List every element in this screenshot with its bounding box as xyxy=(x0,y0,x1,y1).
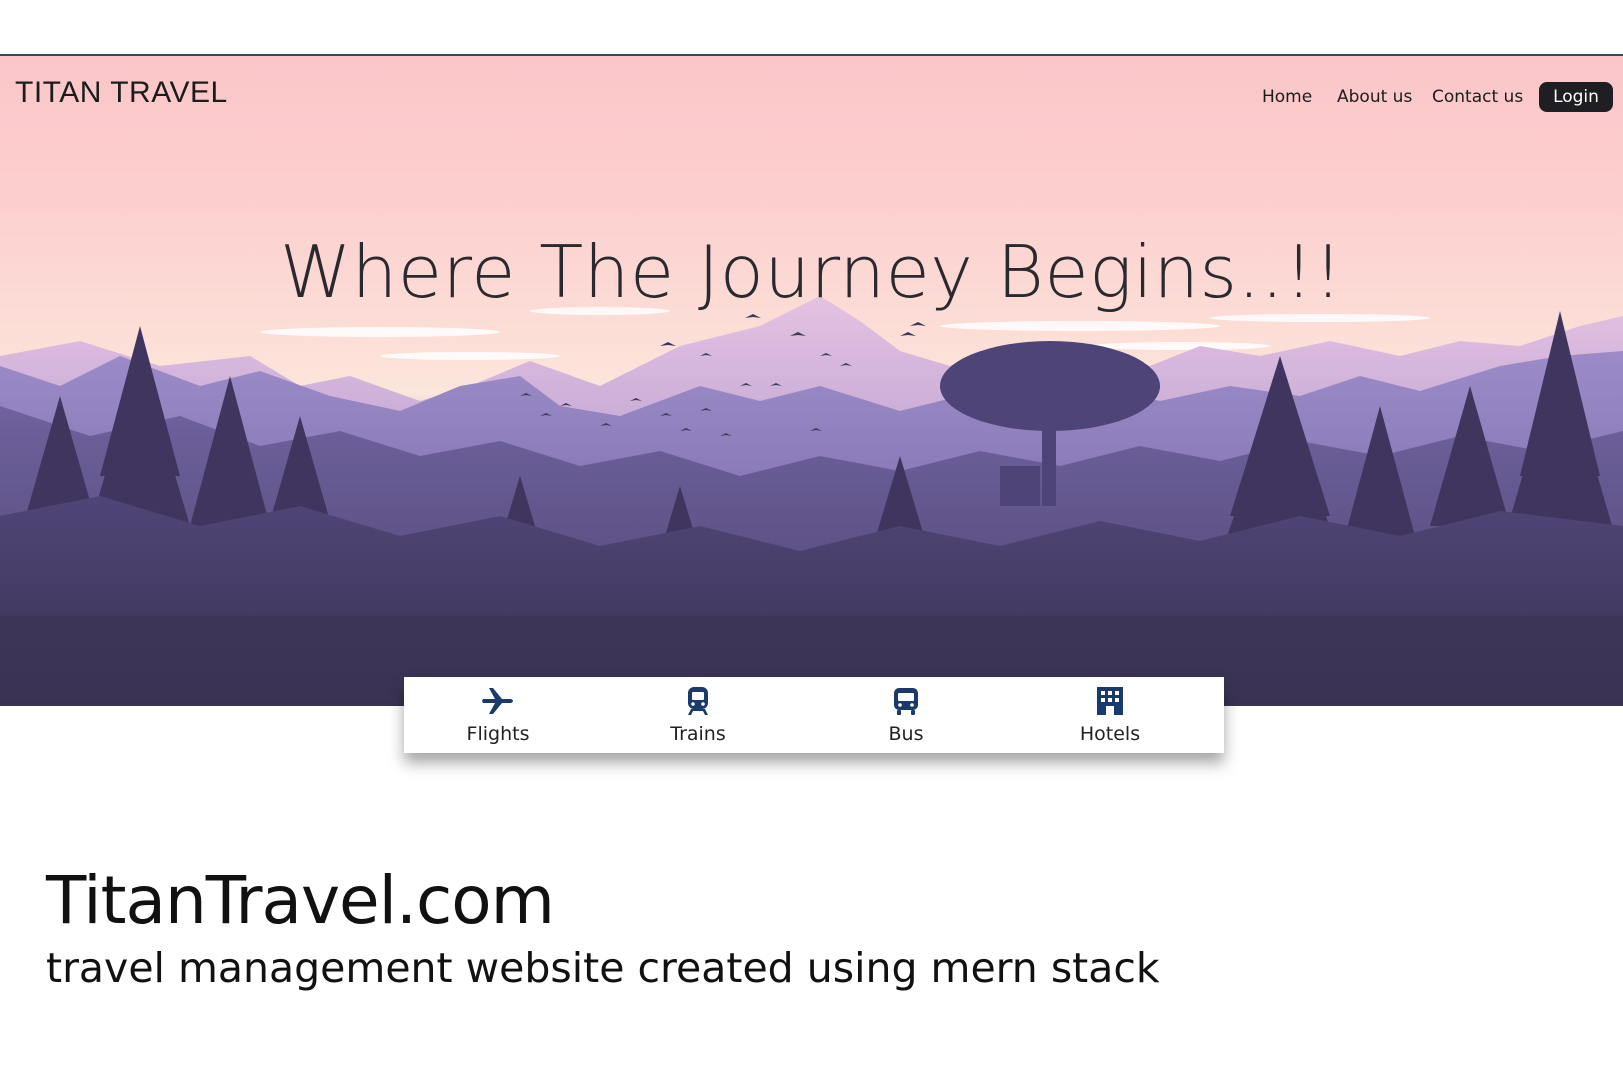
service-tab-hotels[interactable]: Hotels xyxy=(1040,677,1180,753)
airplane-icon xyxy=(482,688,513,714)
caption-title: TitanTravel.com xyxy=(46,862,555,939)
service-tab-flights[interactable]: Flights xyxy=(428,677,568,753)
brand-logo-text[interactable]: TITAN TRAVEL xyxy=(15,76,228,110)
login-button[interactable]: Login xyxy=(1539,82,1613,112)
service-tab-trains[interactable]: Trains xyxy=(628,677,768,753)
service-label-trains: Trains xyxy=(670,723,726,745)
hero-banner: TITAN TRAVEL xyxy=(0,56,1623,706)
nav-link-home[interactable]: Home xyxy=(1262,87,1312,107)
service-label-bus: Bus xyxy=(888,723,924,745)
mountain-landscape-illustration xyxy=(0,296,1623,706)
service-label-hotels: Hotels xyxy=(1079,723,1141,745)
hotel-icon xyxy=(1097,687,1123,715)
caption-subtitle: travel management website created using … xyxy=(46,944,1160,992)
hero-headline: Where The Journey Begins..!! xyxy=(279,230,1344,314)
bus-icon xyxy=(894,688,918,715)
nav-link-about[interactable]: About us xyxy=(1337,87,1412,107)
nav-link-contact[interactable]: Contact us xyxy=(1432,87,1523,107)
service-tabs-bar: Flights Trains Bus Hotels xyxy=(404,677,1224,753)
service-tab-bus[interactable]: Bus xyxy=(836,677,976,753)
page-top-margin xyxy=(0,0,1623,55)
service-label-flights: Flights xyxy=(466,723,530,745)
train-icon xyxy=(688,687,708,715)
